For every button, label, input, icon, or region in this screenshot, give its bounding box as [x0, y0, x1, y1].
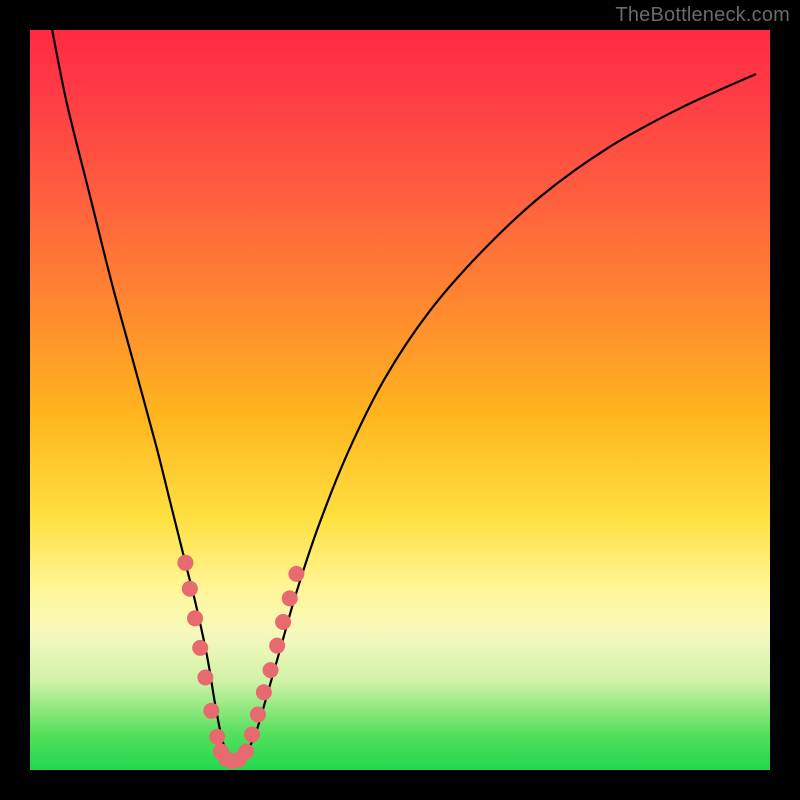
curve-marker	[282, 590, 298, 606]
watermark-text: TheBottleneck.com	[615, 4, 790, 27]
curve-layer	[30, 30, 770, 770]
curve-marker	[177, 555, 193, 571]
curve-marker	[209, 729, 225, 745]
marker-group	[177, 555, 304, 769]
curve-marker	[187, 610, 203, 626]
bottleneck-curve	[52, 30, 755, 762]
curve-marker	[244, 726, 260, 742]
curve-marker	[288, 566, 304, 582]
curve-marker	[238, 744, 254, 760]
curve-marker	[197, 670, 213, 686]
curve-marker	[203, 703, 219, 719]
curve-marker	[250, 707, 266, 723]
curve-marker	[263, 662, 279, 678]
curve-marker	[192, 640, 208, 656]
plot-area	[30, 30, 770, 770]
chart-frame: TheBottleneck.com	[0, 0, 800, 800]
curve-marker	[182, 581, 198, 597]
curve-marker	[275, 614, 291, 630]
curve-marker	[269, 638, 285, 654]
curve-marker	[256, 684, 272, 700]
